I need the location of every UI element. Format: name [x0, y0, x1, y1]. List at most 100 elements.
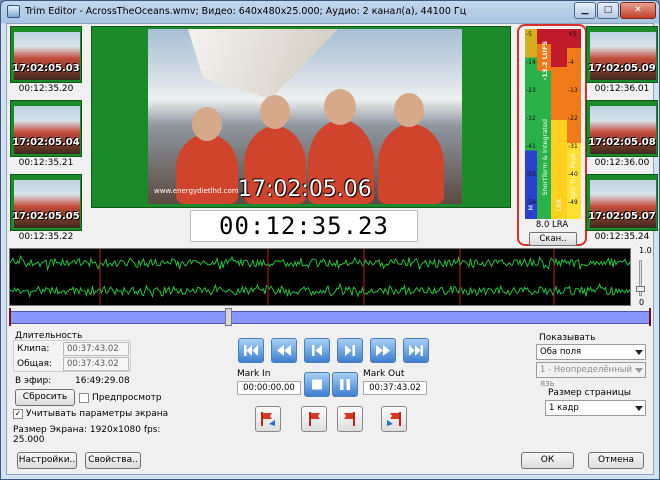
meter-bars: -13.2 LUFS ShortTerm & Integrated M LRA …: [525, 29, 581, 219]
timeline[interactable]: [9, 308, 651, 326]
thumb-caption: 00:12:35.22: [18, 232, 74, 242]
reset-button[interactable]: Сбросить: [15, 389, 75, 406]
mark-out-marker[interactable]: [649, 308, 651, 326]
language-combo-value: 1 - Неопределённый язь: [540, 365, 633, 389]
meter-label-lra: LRA: [555, 199, 563, 212]
page-size-label: Размер страницы: [548, 388, 632, 398]
thumb-caption: 00:12:36.01: [594, 84, 650, 94]
meter-tick: -49: [568, 199, 578, 206]
step-forward-icon: [345, 345, 355, 356]
app-icon: [7, 5, 20, 18]
page-size-combo[interactable]: 1 кадр: [545, 400, 646, 416]
go-to-start-button[interactable]: [238, 338, 264, 363]
preview-label: Предпросмотр: [92, 393, 162, 403]
properties-button[interactable]: Свойства..: [85, 452, 141, 469]
meter-tick: +5: [568, 31, 577, 38]
video-frame: www.energydietlhd.com 17:02:05.06: [148, 29, 462, 204]
rewind-icon: [277, 345, 291, 356]
screen-size-label: Размер Экрана: 1920x1080 fps:: [13, 425, 161, 435]
stop-icon: [312, 379, 322, 390]
volume-min-label: 0: [639, 298, 645, 307]
meter-tick: -23: [526, 87, 536, 94]
meter-label-shortterm: ShortTerm & Integrated: [541, 119, 549, 196]
mark-out-flag-icon: [344, 412, 355, 426]
thumb-prev-2[interactable]: 17:02:05.04 00:12:35.21: [9, 100, 83, 172]
minimize-button[interactable]: ▁: [574, 2, 596, 19]
go-mark-in-icon: [261, 412, 275, 426]
step-back-button[interactable]: [304, 338, 330, 363]
thumb-next-1[interactable]: 17:02:05.07 00:12:35.24: [585, 174, 659, 246]
maximize-button[interactable]: □: [597, 2, 619, 19]
title-bar[interactable]: Trim Editor - AcrossTheOceans.wmv; Видео…: [1, 1, 659, 23]
onair-label: В эфир:: [15, 376, 52, 386]
meter-tick: -40: [568, 171, 578, 178]
go-mark-out-icon: [387, 412, 401, 426]
volume-max-label: 1.0: [639, 246, 652, 255]
mark-in-field[interactable]: 00:00:00.00: [237, 381, 301, 395]
meter-tick: -31: [568, 143, 578, 150]
thumb-prev-3[interactable]: 17:02:05.03 00:12:35.20: [9, 26, 83, 98]
thumb-next-3[interactable]: 17:02:05.09 00:12:36.01: [585, 26, 659, 98]
stop-button[interactable]: [304, 372, 330, 397]
scan-button[interactable]: Скан..: [529, 232, 577, 246]
mark-in-flag-icon: [309, 412, 320, 426]
total-duration-label: Общая:: [17, 359, 53, 369]
close-button[interactable]: ✕: [620, 2, 656, 19]
chevron-down-icon: [635, 406, 643, 411]
trim-editor-window: Trim Editor - AcrossTheOceans.wmv; Видео…: [0, 0, 660, 480]
volume-thumb[interactable]: [636, 286, 645, 292]
ok-button[interactable]: ОК: [521, 452, 574, 469]
onair-value: 16:49:29.08: [75, 376, 130, 386]
window-title: Trim Editor - AcrossTheOceans.wmv; Видео…: [25, 6, 467, 17]
meter-tick: -22: [568, 115, 578, 122]
meter-tick: -13: [568, 87, 578, 94]
rewind-button[interactable]: [271, 338, 297, 363]
meter-tick: -4: [568, 59, 574, 66]
loudness-meter: -13.2 LUFS ShortTerm & Integrated M LRA …: [517, 24, 587, 246]
pause-button[interactable]: [332, 372, 358, 397]
screen-params-checkbox[interactable]: ✓: [13, 409, 23, 419]
cancel-button[interactable]: Отмена: [588, 452, 644, 469]
clip-duration-field: 00:37:43.02: [63, 342, 129, 356]
language-combo: 1 - Неопределённый язь: [536, 362, 646, 389]
go-to-end-button[interactable]: [403, 338, 429, 363]
mark-in-label: Mark In: [237, 369, 271, 379]
page-size-combo-value: 1 кадр: [549, 403, 579, 413]
volume-slider[interactable]: 1.0 0: [635, 246, 652, 307]
show-label: Показывать: [539, 333, 596, 343]
step-back-icon: [312, 345, 322, 356]
lra-value: 8.0 LRA: [535, 220, 569, 230]
screen-fps-value: 25.000: [13, 435, 45, 445]
audio-waveform[interactable]: [9, 248, 631, 306]
chevron-down-icon: [635, 368, 643, 373]
step-forward-button[interactable]: [337, 338, 363, 363]
thumb-caption: 00:12:35.24: [594, 232, 650, 242]
preview-checkbox[interactable]: [79, 393, 89, 403]
current-time: 00:12:35.23: [190, 210, 418, 242]
mark-in-marker[interactable]: [9, 308, 11, 326]
skip-start-icon: [244, 345, 258, 356]
thumb-prev-1[interactable]: 17:02:05.05 00:12:35.22: [9, 174, 83, 246]
video-timecode-overlay: 17:02:05.06: [238, 177, 372, 202]
set-mark-in-button[interactable]: [301, 406, 327, 432]
fast-forward-button[interactable]: [370, 338, 396, 363]
video-watermark: www.energydietlhd.com: [154, 187, 239, 195]
go-to-mark-out-button[interactable]: [381, 406, 407, 432]
thumb-timecode: 17:02:05.07: [588, 211, 656, 222]
thumb-timecode: 17:02:05.08: [588, 137, 656, 148]
video-preview[interactable]: www.energydietlhd.com 17:02:05.06: [91, 26, 511, 208]
meter-tick: -41: [526, 143, 536, 150]
settings-button[interactable]: Настройки..: [17, 452, 77, 469]
screen-params-label: Учитывать параметры экрана: [26, 409, 169, 419]
skip-end-icon: [409, 345, 423, 356]
thumb-next-2[interactable]: 17:02:05.08 00:12:36.00: [585, 100, 659, 172]
timeline-handle[interactable]: [225, 308, 232, 326]
total-duration-field: 00:37:43.02: [63, 357, 129, 371]
mark-out-field[interactable]: 00:37:43.02: [363, 381, 427, 395]
thumb-timecode: 17:02:05.04: [12, 137, 80, 148]
fields-combo[interactable]: Оба поля: [536, 344, 646, 360]
chevron-down-icon: [635, 350, 643, 355]
go-to-mark-in-button[interactable]: [255, 406, 281, 432]
client-area: 17:02:05.03 00:12:35.20 17:02:05.04 00:12:…: [6, 23, 658, 475]
set-mark-out-button[interactable]: [337, 406, 363, 432]
